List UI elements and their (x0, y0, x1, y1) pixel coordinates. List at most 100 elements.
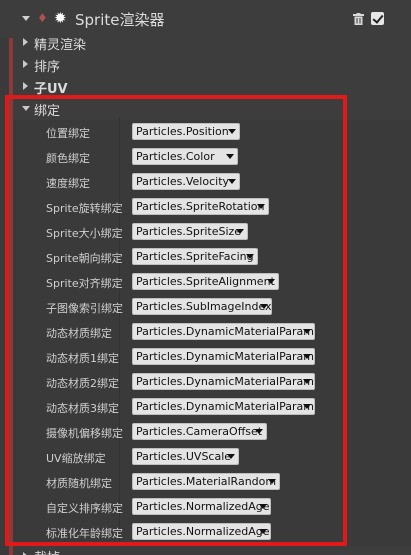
binding-label: 速度绑定 (46, 177, 90, 190)
binding-dropdown[interactable]: Particles.CameraOffset (132, 423, 267, 440)
dropdown-arrow-icon[interactable] (268, 479, 276, 484)
binding-row: 颜色绑定 Particles.Color (13, 145, 345, 170)
binding-value: Particles.SpriteAlignment (136, 275, 275, 288)
binding-label: 子图像索引绑定 (46, 302, 123, 315)
category-label: 子UV (34, 82, 68, 97)
binding-value: Particles.SpriteFacing (136, 250, 254, 263)
binding-label: 颜色绑定 (46, 152, 90, 165)
trash-icon[interactable] (353, 13, 364, 25)
dropdown-arrow-icon[interactable] (259, 504, 267, 509)
binding-row: Sprite对齐绑定 Particles.SpriteAlignment (13, 270, 345, 295)
binding-row: UV缩放绑定 Particles.UVScale (13, 445, 345, 470)
binding-value: Particles.NormalizedAge (136, 500, 270, 513)
checkmark-icon (372, 12, 384, 24)
binding-value: Particles.DynamicMaterialParam (136, 400, 314, 413)
collapse-arrow-icon[interactable] (22, 106, 30, 111)
binding-dropdown[interactable]: Particles.Color (132, 148, 238, 165)
category-culling[interactable]: 裁掉 (13, 546, 411, 555)
category-label: 裁掉 (34, 547, 60, 555)
category-sprite-rendering[interactable]: 精灵渲染 (13, 32, 411, 54)
dropdown-arrow-icon[interactable] (303, 329, 311, 334)
binding-value: Particles.MaterialRandom (136, 475, 277, 488)
binding-label: Sprite朝向绑定 (46, 252, 123, 265)
category-label: 排序 (34, 60, 61, 75)
binding-row: 动态材质3绑定 Particles.DynamicMaterialParam (13, 395, 345, 420)
binding-dropdown[interactable]: Particles.MaterialRandom (132, 473, 280, 490)
binding-dropdown[interactable]: Particles.SpriteRotation (132, 198, 269, 215)
dropdown-arrow-icon[interactable] (303, 404, 311, 409)
binding-label: 位置绑定 (46, 127, 90, 140)
category-sub-uv[interactable]: 子UV (13, 76, 411, 98)
binding-dropdown[interactable]: Particles.SpriteAlignment (132, 273, 279, 290)
binding-row: 动态材质绑定 Particles.DynamicMaterialParam (13, 320, 345, 345)
binding-dropdown[interactable]: Particles.SpriteFacing (132, 248, 258, 265)
binding-value: Particles.SpriteRotation (136, 200, 265, 213)
expand-arrow-icon[interactable] (23, 82, 28, 90)
binding-row: 材质随机绑定 Particles.MaterialRandom (13, 470, 345, 495)
binding-row: 速度绑定 Particles.Velocity (13, 170, 345, 195)
dropdown-arrow-icon[interactable] (228, 129, 236, 134)
binding-dropdown[interactable]: Particles.DynamicMaterialParam (132, 323, 315, 340)
binding-dropdown[interactable]: Particles.Velocity (132, 173, 240, 190)
binding-row: 自定义排序绑定 Particles.NormalizedAge (13, 495, 345, 520)
dropdown-arrow-icon[interactable] (303, 354, 311, 359)
dropdown-arrow-icon[interactable] (227, 454, 235, 459)
dropdown-arrow-icon[interactable] (236, 229, 244, 234)
binding-dropdown[interactable]: Particles.NormalizedAge (132, 498, 271, 515)
dropdown-arrow-icon[interactable] (259, 529, 267, 534)
expand-arrow-icon[interactable] (23, 38, 28, 46)
dropdown-arrow-icon[interactable] (257, 204, 265, 209)
binding-dropdown[interactable]: Particles.DynamicMaterialParam (132, 348, 315, 365)
binding-dropdown[interactable]: Particles.UVScale (132, 448, 239, 465)
module-icon: ♦ (37, 11, 48, 25)
binding-value: Particles.DynamicMaterialParam (136, 375, 314, 388)
binding-dropdown[interactable]: Particles.SubImageIndex (132, 298, 272, 315)
binding-dropdown[interactable]: Particles.Position (132, 123, 240, 140)
binding-label: UV缩放绑定 (46, 452, 106, 465)
binding-label: 标准化年龄绑定 (46, 527, 123, 540)
dropdown-arrow-icon[interactable] (226, 154, 234, 159)
binding-dropdown[interactable]: Particles.DynamicMaterialParam (132, 373, 315, 390)
binding-row: 标准化年龄绑定 Particles.NormalizedAge (13, 520, 345, 545)
binding-row: Sprite旋转绑定 Particles.SpriteRotation (13, 195, 345, 220)
binding-row: 动态材质2绑定 Particles.DynamicMaterialParam (13, 370, 345, 395)
collapse-arrow-icon[interactable] (22, 16, 30, 21)
binding-row: 子图像索引绑定 Particles.SubImageIndex (13, 295, 345, 320)
dropdown-arrow-icon[interactable] (228, 179, 236, 184)
dropdown-arrow-icon[interactable] (303, 379, 311, 384)
module-title: Sprite渲染器 (75, 11, 165, 29)
enabled-checkbox[interactable] (371, 12, 384, 25)
dropdown-arrow-icon[interactable] (255, 429, 263, 434)
binding-label: Sprite大小绑定 (46, 227, 123, 240)
binding-row: 位置绑定 Particles.Position (13, 120, 345, 145)
category-bindings[interactable]: 绑定 (13, 98, 411, 120)
binding-value: Particles.CameraOffset (136, 425, 263, 438)
binding-dropdown[interactable]: Particles.NormalizedAge (132, 523, 271, 540)
binding-label: 动态材质3绑定 (46, 402, 119, 415)
binding-label: 动态材质2绑定 (46, 377, 119, 390)
expand-arrow-icon[interactable] (23, 60, 28, 68)
category-label: 精灵渲染 (34, 38, 87, 53)
dropdown-arrow-icon[interactable] (260, 304, 268, 309)
binding-label: 动态材质1绑定 (46, 352, 119, 365)
binding-row: Sprite大小绑定 Particles.SpriteSize (13, 220, 345, 245)
binding-label: 材质随机绑定 (46, 477, 112, 490)
binding-value: Particles.DynamicMaterialParam (136, 350, 314, 363)
binding-value: Particles.DynamicMaterialParam (136, 325, 314, 338)
binding-row: 摄像机偏移绑定 Particles.CameraOffset (13, 420, 345, 445)
dropdown-arrow-icon[interactable] (267, 279, 275, 284)
binding-value: Particles.Color (136, 150, 215, 163)
category-sorting[interactable]: 排序 (13, 54, 411, 76)
binding-value: Particles.SpriteSize (136, 225, 242, 238)
binding-row: Sprite朝向绑定 Particles.SpriteFacing (13, 245, 345, 270)
binding-label: 摄像机偏移绑定 (46, 427, 123, 440)
binding-value: Particles.Velocity (136, 175, 230, 188)
binding-label: Sprite旋转绑定 (46, 202, 123, 215)
dropdown-arrow-icon[interactable] (246, 254, 254, 259)
binding-dropdown[interactable]: Particles.DynamicMaterialParam (132, 398, 315, 415)
binding-value: Particles.Position (136, 125, 229, 138)
binding-value: Particles.UVScale (136, 450, 232, 463)
sprite-star-icon: ✹ (54, 9, 67, 27)
binding-label: 动态材质绑定 (46, 327, 112, 340)
binding-dropdown[interactable]: Particles.SpriteSize (132, 223, 248, 240)
